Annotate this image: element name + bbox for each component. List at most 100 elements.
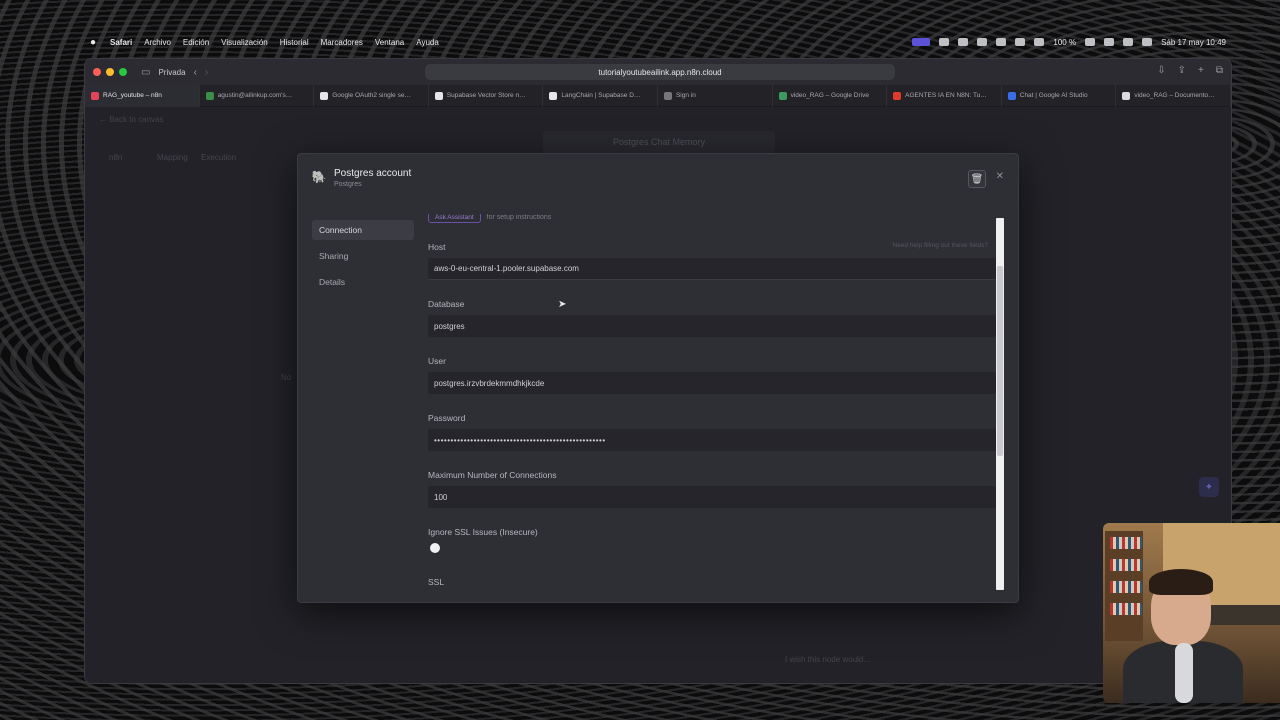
tab-label: agustin@allinkup.com's… — [217, 92, 293, 99]
modal-side-nav: Connection Sharing Details — [312, 220, 414, 298]
credential-modal: 🐘 Postgres account Postgres 🗑 ✕ Connecti… — [297, 153, 1019, 603]
max-connections-field: Maximum Number of Connections 100 — [428, 470, 996, 508]
user-label: User — [428, 356, 446, 366]
tab-favicon-icon — [1122, 91, 1131, 100]
tab-label: Sign in — [675, 92, 696, 99]
zoom-window-button[interactable] — [119, 68, 127, 76]
play-icon[interactable] — [996, 38, 1007, 46]
tab-overview-icon[interactable]: ⧉ — [1216, 65, 1223, 76]
browser-tab[interactable]: Sign in — [658, 84, 773, 107]
webcam-overlay — [1103, 523, 1280, 703]
books-row — [1110, 559, 1142, 571]
modal-header: 🐘 Postgres account Postgres — [312, 168, 412, 188]
battery-icon[interactable] — [1085, 38, 1096, 46]
books-row — [1110, 537, 1142, 549]
menu-ayuda[interactable]: Ayuda — [416, 38, 439, 47]
volume-icon[interactable] — [1015, 38, 1026, 46]
menu-visualizacion[interactable]: Visualización — [221, 38, 268, 47]
host-input[interactable]: aws-0-eu-central-1.pooler.supabase.com — [428, 258, 996, 280]
menubar-status-area: 100 % Sáb 17 may 10:49 — [912, 38, 1226, 47]
tab-favicon-icon — [434, 91, 443, 100]
max-connections-label: Maximum Number of Connections — [428, 470, 557, 480]
wifi-icon[interactable] — [1104, 38, 1115, 46]
menu-historial[interactable]: Historial — [280, 38, 309, 47]
browser-tab[interactable]: video_RAG – Documento… — [1116, 84, 1231, 107]
password-field: Password •••••••••••••••••••••••••••••••… — [428, 413, 996, 451]
tab-favicon-icon — [205, 91, 214, 100]
menu-edicion[interactable]: Edición — [183, 38, 209, 47]
tab-label: video_RAG – Documento… — [1134, 92, 1215, 99]
sidebar-icon[interactable]: ▭ — [141, 67, 150, 78]
tab-favicon-icon — [91, 91, 99, 100]
webcam-bookshelf — [1105, 531, 1143, 641]
scrollbar-thumb[interactable] — [997, 266, 1003, 456]
menu-app-name[interactable]: Safari — [110, 38, 132, 47]
tab-label: LangChain | Supabase D… — [561, 92, 641, 99]
back-arrow-icon[interactable]: ‹ — [194, 67, 197, 78]
menu-marcadores[interactable]: Marcadores — [321, 38, 363, 47]
tab-label: video_RAG – Google Drive — [790, 92, 869, 99]
ignore-ssl-toggle[interactable] — [430, 543, 440, 553]
apple-icon[interactable]: ● — [90, 37, 100, 48]
menu-ventana[interactable]: Ventana — [375, 38, 404, 47]
assistant-notice: Ask Assistant for setup instructions — [428, 214, 551, 223]
address-bar[interactable]: tutorialyoutubeailink.app.n8n.cloud — [425, 64, 895, 80]
nav-details[interactable]: Details — [312, 272, 414, 292]
trash-icon: 🗑 — [970, 173, 984, 185]
screen-record-icon[interactable] — [912, 38, 931, 46]
browser-toolbar: ▭ Privada ‹ › tutorialyoutubeailink.app.… — [85, 59, 1231, 85]
private-label: Privada — [158, 67, 186, 77]
user-field: User postgres.irzvbrdekmmdhkjkcde — [428, 356, 996, 394]
calculator-icon[interactable] — [958, 38, 969, 46]
browser-tab[interactable]: RAG_youtube – n8n — [85, 84, 200, 107]
database-input[interactable]: postgres — [428, 315, 996, 337]
browser-tab[interactable]: Supabase Vector Store n… — [429, 84, 544, 107]
minimize-window-button[interactable] — [106, 68, 114, 76]
tab-favicon-icon — [893, 91, 902, 100]
bluetooth-icon[interactable] — [1034, 38, 1045, 46]
help-hint[interactable]: Need help filling out these fields? — [893, 242, 988, 249]
forward-arrow-icon[interactable]: › — [205, 67, 208, 78]
close-modal-button[interactable]: ✕ — [996, 171, 1004, 182]
connection-form: Ask Assistant for setup instructions Hos… — [428, 214, 996, 590]
camera-icon[interactable] — [977, 38, 988, 46]
tab-label: Chat | Google AI Studio — [1019, 92, 1088, 99]
browser-tab[interactable]: video_RAG – Google Drive — [773, 84, 888, 107]
ignore-ssl-field: Ignore SSL Issues (Insecure) — [428, 527, 996, 553]
browser-tab[interactable]: agustin@allinkup.com's… — [200, 84, 315, 107]
max-connections-input[interactable]: 100 — [428, 486, 996, 508]
menubar-clock[interactable]: Sáb 17 may 10:49 — [1161, 38, 1226, 47]
password-label: Password — [428, 413, 466, 423]
search-icon[interactable] — [1123, 38, 1134, 46]
settings-icon[interactable] — [939, 38, 950, 46]
mac-menubar: ● Safari Archivo Edición Visualización H… — [84, 33, 1232, 51]
form-scrollbar[interactable] — [996, 218, 1004, 590]
tab-label: RAG_youtube – n8n — [103, 92, 162, 99]
browser-tab[interactable]: AGENTES IA EN N8N: Tu… — [887, 84, 1002, 107]
browser-tab[interactable]: Chat | Google AI Studio — [1002, 84, 1117, 107]
tab-favicon-icon — [778, 91, 787, 100]
database-label: Database — [428, 299, 465, 309]
download-icon[interactable]: ⇩ — [1157, 65, 1165, 76]
user-input[interactable]: postgres.irzvbrdekmmdhkjkcde — [428, 372, 996, 394]
password-input[interactable]: ••••••••••••••••••••••••••••••••••••••••… — [428, 429, 996, 451]
window-controls — [93, 68, 127, 76]
tab-favicon-icon — [663, 91, 672, 100]
close-window-button[interactable] — [93, 68, 101, 76]
ssl-label: SSL — [428, 577, 445, 587]
ask-assistant-button[interactable]: Ask Assistant — [428, 214, 481, 223]
nav-sharing[interactable]: Sharing — [312, 246, 414, 266]
toolbar-right: ⇩ ⇪ + ⧉ — [1157, 65, 1223, 76]
modal-title[interactable]: Postgres account — [334, 168, 411, 179]
nav-connection[interactable]: Connection — [312, 220, 414, 240]
delete-credential-button[interactable]: 🗑 — [968, 170, 986, 188]
browser-tab[interactable]: Google OAuth2 single se… — [314, 84, 429, 107]
control-center-icon[interactable] — [1142, 38, 1153, 46]
books-row — [1110, 581, 1142, 593]
menu-archivo[interactable]: Archivo — [144, 38, 171, 47]
browser-tab[interactable]: LangChain | Supabase D… — [543, 84, 658, 107]
webcam-desk — [1203, 605, 1280, 625]
share-icon[interactable]: ⇪ — [1178, 65, 1186, 76]
new-tab-icon[interactable]: + — [1198, 65, 1204, 76]
tab-label: Google OAuth2 single se… — [332, 92, 411, 99]
